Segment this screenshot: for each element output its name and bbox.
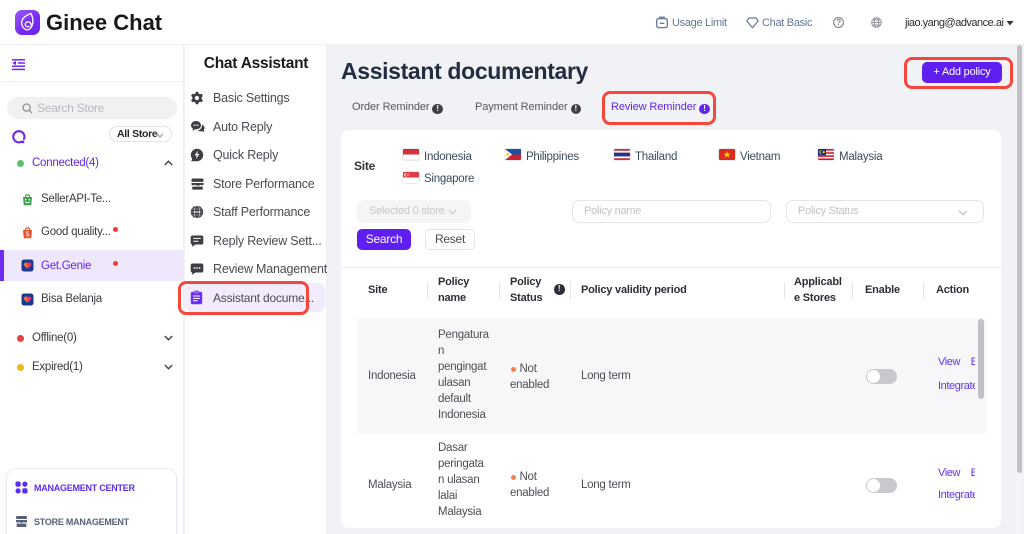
svg-text:?: ? bbox=[836, 18, 841, 27]
